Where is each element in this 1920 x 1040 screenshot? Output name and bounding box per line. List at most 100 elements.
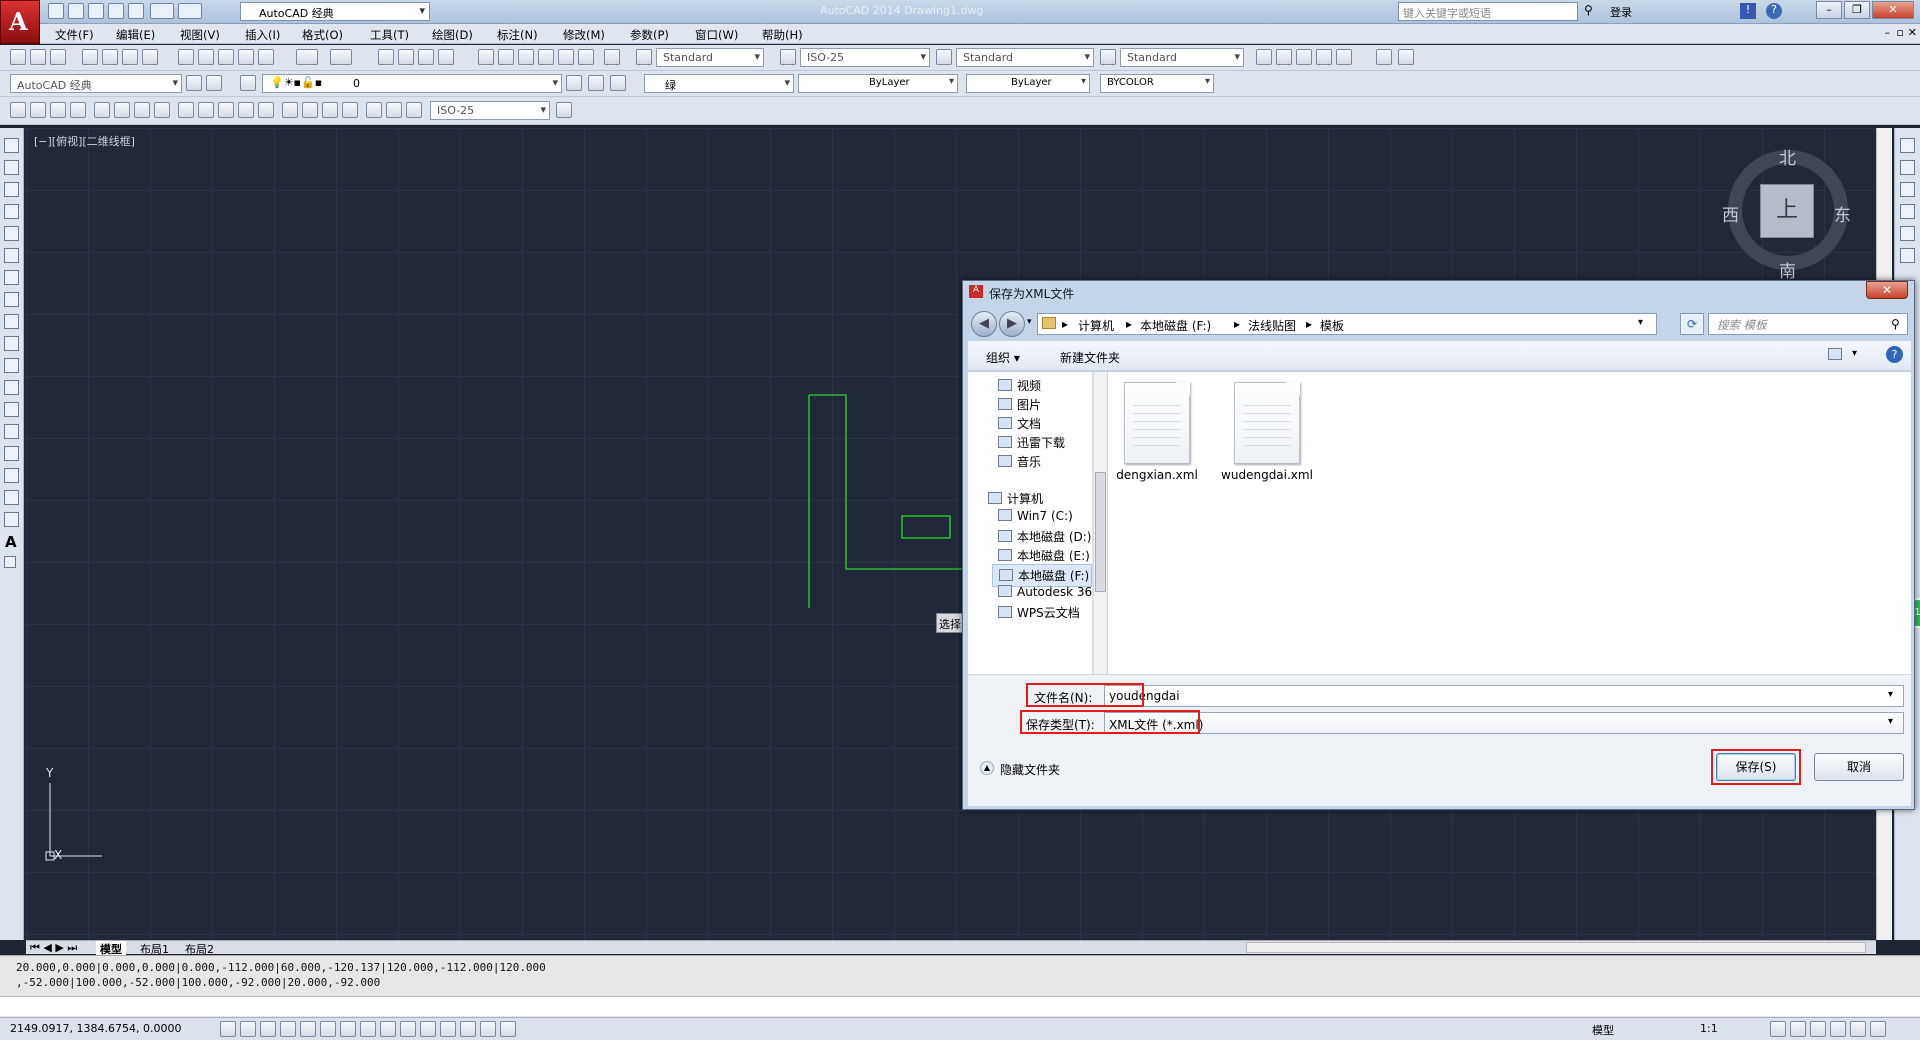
tool-palettes-icon[interactable] (518, 49, 534, 65)
forward-button[interactable]: ▶ (999, 311, 1025, 337)
command-input[interactable] (0, 996, 1920, 1016)
line-icon[interactable] (4, 138, 19, 153)
zoom-previous-icon[interactable] (438, 49, 454, 65)
polar-icon[interactable] (300, 1021, 316, 1037)
3d-print-icon[interactable] (142, 49, 158, 65)
binoculars-icon[interactable]: ⚲ (1584, 3, 1593, 17)
menu-window[interactable]: 窗口(W) (695, 27, 738, 43)
save-as-icon[interactable] (108, 3, 124, 19)
view-right-icon[interactable] (1316, 49, 1332, 65)
quickcalc-icon[interactable] (578, 49, 594, 65)
help-tool-icon[interactable] (604, 49, 620, 65)
move-icon[interactable] (1900, 248, 1915, 263)
hide-folders-toggle[interactable]: 隐藏文件夹 (1000, 761, 1060, 778)
collapse-folders-icon[interactable]: ▲ (980, 761, 994, 775)
hardware-accel-icon[interactable] (1810, 1021, 1826, 1037)
dim-ordinate-icon[interactable] (70, 102, 86, 118)
menu-edit[interactable]: 编辑(E) (116, 27, 155, 43)
compass-south[interactable]: 南 (1779, 257, 1796, 282)
paste-icon[interactable] (218, 49, 234, 65)
mleader-style-icon[interactable] (1100, 49, 1116, 65)
snap-icon[interactable] (240, 1021, 256, 1037)
help-icon[interactable]: ? (1766, 3, 1782, 19)
nav-item-autodesk360[interactable]: Autodesk 360 (998, 585, 1100, 599)
dim-aligned-icon[interactable] (30, 102, 46, 118)
workspace-dropdown[interactable]: AutoCAD 经典 (240, 2, 430, 21)
mirror-icon[interactable] (1900, 182, 1915, 197)
login-link[interactable]: 登录 (1610, 4, 1632, 20)
circle-icon[interactable] (4, 270, 19, 285)
table-icon[interactable] (4, 512, 19, 527)
dim-continue-icon[interactable] (218, 102, 234, 118)
point-icon[interactable] (4, 424, 19, 439)
workspace-switch-icon[interactable] (1770, 1021, 1786, 1037)
transparency-icon[interactable] (440, 1021, 456, 1037)
exchange-icon[interactable]: ! (1740, 3, 1756, 19)
close-window-button[interactable]: ✕ (1872, 1, 1914, 19)
osnap-icon[interactable] (320, 1021, 336, 1037)
arc-icon[interactable] (4, 248, 19, 263)
copy-icon[interactable] (198, 49, 214, 65)
nav-item-wps-cloud[interactable]: WPS云文档 (998, 604, 1080, 621)
breadcrumb-template[interactable]: 模板 (1320, 317, 1344, 334)
rectangle-icon[interactable] (4, 226, 19, 241)
polygon-icon[interactable] (4, 204, 19, 219)
undo-tool-icon[interactable] (296, 49, 318, 65)
viewport-controls-label[interactable]: [−][俯视][二维线框] (34, 133, 135, 149)
dim-diameter-icon[interactable] (134, 102, 150, 118)
block-editor-icon[interactable] (258, 49, 274, 65)
view-iso-icon[interactable] (1376, 49, 1392, 65)
open-icon[interactable] (30, 49, 46, 65)
quick-props-icon[interactable] (460, 1021, 476, 1037)
workspace-save-icon[interactable] (206, 75, 222, 91)
refresh-icon[interactable]: ⟳ (1680, 313, 1704, 335)
save-icon-2[interactable] (50, 49, 66, 65)
center-mark-icon[interactable] (302, 102, 318, 118)
dim-style-manager-icon[interactable] (556, 102, 572, 118)
annotation-scale[interactable]: 1:1 (1700, 1022, 1718, 1035)
tolerance-icon[interactable] (282, 102, 298, 118)
inspection-icon[interactable] (322, 102, 338, 118)
print-icon[interactable] (128, 3, 144, 19)
help-search-input[interactable]: 键入关键字或短语 (1398, 2, 1578, 21)
dim-style-combo-2[interactable]: ISO-25 (430, 101, 550, 120)
insert-block-icon[interactable] (4, 380, 19, 395)
address-dropdown-icon[interactable]: ▾ (1638, 317, 1643, 328)
filetype-select[interactable]: XML文件 (*.xml) (1104, 712, 1904, 734)
status-menu-icon[interactable] (1850, 1021, 1866, 1037)
hatch-icon[interactable] (4, 446, 19, 461)
menu-insert[interactable]: 插入(I) (245, 27, 280, 43)
breadcrumb-normal-map[interactable]: 法线贴图 (1248, 317, 1296, 334)
nav-item-documents[interactable]: 文档 (998, 415, 1041, 432)
nav-item-computer[interactable]: 计算机 (988, 490, 1043, 507)
workspace-settings-icon[interactable] (186, 75, 202, 91)
mtext-icon[interactable]: A (5, 533, 17, 551)
make-current-layer-icon[interactable] (566, 75, 582, 91)
grid-icon[interactable] (260, 1021, 276, 1037)
dim-baseline-icon[interactable] (198, 102, 214, 118)
dim-update-icon[interactable] (406, 102, 422, 118)
menu-restore-icon[interactable]: ▫ (1897, 26, 1904, 39)
ortho-icon[interactable] (280, 1021, 296, 1037)
pan-icon[interactable] (378, 49, 394, 65)
redo-icon[interactable] (178, 3, 202, 19)
properties-icon[interactable] (478, 49, 494, 65)
preview-icon[interactable] (102, 49, 118, 65)
menu-parametric[interactable]: 参数(P) (630, 27, 669, 43)
nav-item-drive-c[interactable]: Win7 (C:) (998, 509, 1073, 523)
nav-item-drive-e[interactable]: 本地磁盘 (E:) (998, 547, 1090, 564)
dim-radius-icon[interactable] (94, 102, 110, 118)
menu-format[interactable]: 格式(O) (302, 27, 343, 43)
view-bottom-icon[interactable] (1276, 49, 1292, 65)
undo-icon[interactable] (150, 3, 174, 19)
address-bar[interactable]: ▸ 计算机 ▸ 本地磁盘 (F:) ▸ 法线贴图 ▸ 模板 ▾ (1037, 313, 1657, 335)
ellipse-arc-icon[interactable] (4, 358, 19, 373)
clean-screen-icon[interactable] (1870, 1021, 1886, 1037)
nav-scroll-thumb[interactable] (1095, 472, 1106, 592)
markup-icon[interactable] (558, 49, 574, 65)
back-button[interactable]: ◀ (971, 311, 997, 337)
revision-cloud-icon[interactable] (4, 292, 19, 307)
3d-osnap-icon[interactable] (340, 1021, 356, 1037)
view-top-icon[interactable] (1256, 49, 1272, 65)
menu-modify[interactable]: 修改(M) (563, 27, 605, 43)
